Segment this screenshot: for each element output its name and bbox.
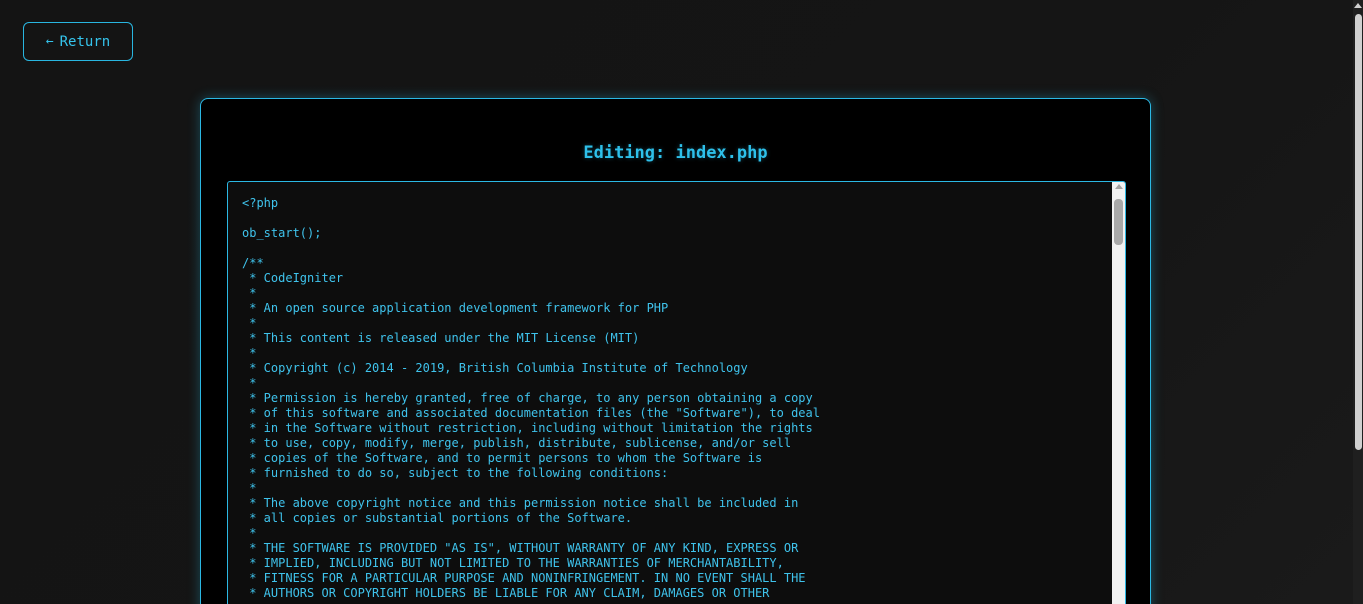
page-scroll-up-arrow-icon[interactable] xyxy=(1354,3,1362,8)
return-button-label: Return xyxy=(59,33,111,50)
page-scroll-thumb[interactable] xyxy=(1355,14,1362,450)
code-content[interactable]: <?php ob_start(); /** * CodeIgniter * * … xyxy=(228,182,1125,601)
arrow-left-icon: ← xyxy=(45,34,54,49)
editor-scrollbar[interactable] xyxy=(1112,182,1125,604)
return-button[interactable]: ← Return xyxy=(23,22,133,61)
scroll-up-arrow-icon[interactable] xyxy=(1115,184,1123,189)
editor-scroll-thumb[interactable] xyxy=(1114,199,1123,245)
editor-panel: Editing: index.php <?php ob_start(); /**… xyxy=(200,98,1151,604)
editor-title: Editing: index.php xyxy=(583,143,768,163)
page-scrollbar[interactable] xyxy=(1353,0,1363,604)
code-editor-textarea[interactable]: <?php ob_start(); /** * CodeIgniter * * … xyxy=(227,181,1126,604)
